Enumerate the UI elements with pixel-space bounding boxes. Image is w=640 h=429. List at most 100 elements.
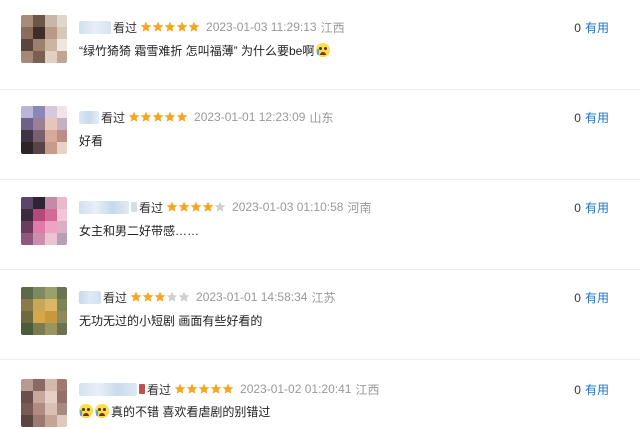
- avatar-pixel: [33, 299, 45, 311]
- username-blurred[interactable]: [79, 20, 111, 34]
- avatar-pixel: [33, 323, 45, 335]
- avatar-pixel: [33, 39, 45, 51]
- comment-location: 江苏: [311, 290, 336, 305]
- watched-label: 看过: [103, 290, 128, 305]
- useful-button[interactable]: 有用: [585, 21, 609, 35]
- avatar-pixel: [45, 403, 57, 415]
- comment-text: 无功无过的小短剧 画面有些好看的: [79, 314, 263, 328]
- avatar-pixel: [57, 142, 67, 154]
- watched-label: 看过: [101, 110, 126, 125]
- username-blurred[interactable]: [79, 290, 101, 304]
- avatar[interactable]: [21, 197, 67, 245]
- avatar-pixel: [21, 15, 33, 27]
- avatar[interactable]: [21, 379, 67, 427]
- useful-vote: 0 有用: [574, 289, 609, 306]
- avatar-pixel: [45, 142, 57, 154]
- star-filled-icon: [176, 111, 188, 123]
- comment-text: 女主和男二好带感……: [79, 224, 200, 238]
- avatar-pixel: [21, 403, 33, 415]
- useful-button[interactable]: 有用: [585, 201, 609, 215]
- avatar-pixel: [21, 118, 33, 130]
- star-filled-icon: [152, 111, 164, 123]
- avatar-pixel: [45, 209, 57, 221]
- avatar-pixel: [57, 287, 67, 299]
- avatar-pixel: [57, 221, 67, 233]
- avatar[interactable]: [21, 287, 67, 335]
- avatar-pixel: [21, 323, 33, 335]
- comment-item: 看过 2023-01-03 01:10:58 河南 女主和男二好带感…… 0 有用: [0, 180, 640, 270]
- username-blurred-tail: [139, 384, 145, 394]
- avatar-pixel: [57, 403, 67, 415]
- comment-item: 看过 2023-01-03 11:29:13 江西 “绿竹猗猗 霜雪难折 怎叫福…: [0, 0, 640, 90]
- avatar-pixel: [33, 221, 45, 233]
- comment-meta: 看过 2023-01-02 01:20:41 江西: [79, 379, 379, 399]
- avatar-pixel: [33, 130, 45, 142]
- useful-count: 0: [574, 111, 581, 125]
- useful-button[interactable]: 有用: [585, 291, 609, 305]
- avatar-pixel: [33, 106, 45, 118]
- avatar-pixel: [21, 299, 33, 311]
- useful-vote: 0 有用: [574, 109, 609, 126]
- star-filled-icon: [202, 201, 214, 213]
- comment-item: 看过 2023-01-01 14:58:34 江苏 无功无过的小短剧 画面有些好…: [0, 270, 640, 360]
- watched-label: 看过: [147, 382, 172, 397]
- avatar-pixel: [33, 209, 45, 221]
- star-filled-icon: [178, 201, 190, 213]
- comment-content: 真的不错 喜欢看虐剧的别错过: [79, 404, 270, 420]
- crying-face-icon: [316, 43, 331, 57]
- avatar-pixel: [45, 118, 57, 130]
- avatar[interactable]: [21, 106, 67, 154]
- avatar-pixel: [33, 27, 45, 39]
- rating-stars: [140, 21, 200, 33]
- useful-button[interactable]: 有用: [585, 111, 609, 125]
- avatar-pixel: [21, 209, 33, 221]
- useful-button[interactable]: 有用: [585, 383, 609, 397]
- avatar-pixel: [57, 415, 67, 427]
- avatar-pixel: [21, 311, 33, 323]
- avatar-pixel: [33, 379, 45, 391]
- avatar[interactable]: [21, 15, 67, 63]
- comment-time: 2023-01-03 01:10:58: [232, 200, 344, 214]
- avatar-pixel: [57, 15, 67, 27]
- star-filled-icon: [140, 21, 152, 33]
- avatar-pixel: [57, 299, 67, 311]
- star-filled-icon: [140, 111, 152, 123]
- avatar-pixel: [21, 130, 33, 142]
- watched-label: 看过: [139, 200, 164, 215]
- avatar-pixel: [45, 15, 57, 27]
- rating-stars: [174, 383, 234, 395]
- avatar-pixel: [45, 415, 57, 427]
- avatar-pixel: [33, 391, 45, 403]
- star-filled-icon: [164, 111, 176, 123]
- avatar-pixel: [57, 323, 67, 335]
- star-filled-icon: [198, 383, 210, 395]
- useful-count: 0: [574, 201, 581, 215]
- avatar-pixel: [21, 287, 33, 299]
- star-empty-icon: [214, 201, 226, 213]
- avatar-pixel: [57, 391, 67, 403]
- avatar-pixel: [33, 51, 45, 63]
- avatar-pixel: [21, 391, 33, 403]
- comment-time: 2023-01-02 01:20:41: [240, 382, 352, 396]
- username-blurred[interactable]: [79, 382, 137, 396]
- username-blurred[interactable]: [79, 200, 129, 214]
- comment-time: 2023-01-01 12:23:09: [194, 110, 306, 124]
- avatar-pixel: [45, 323, 57, 335]
- avatar-pixel: [57, 233, 67, 245]
- avatar-pixel: [45, 287, 57, 299]
- useful-vote: 0 有用: [574, 19, 609, 36]
- username-blurred[interactable]: [79, 110, 99, 124]
- comment-time: 2023-01-03 11:29:13: [206, 20, 317, 34]
- star-filled-icon: [154, 291, 166, 303]
- avatar-pixel: [33, 403, 45, 415]
- avatar-pixel: [33, 15, 45, 27]
- star-filled-icon: [142, 291, 154, 303]
- avatar-pixel: [57, 311, 67, 323]
- star-empty-icon: [166, 291, 178, 303]
- avatar-pixel: [57, 379, 67, 391]
- star-filled-icon: [152, 21, 164, 33]
- star-filled-icon: [130, 291, 142, 303]
- comment-text: “绿竹猗猗 霜雪难折 怎叫福薄” 为什么要be啊: [79, 44, 315, 58]
- avatar-pixel: [33, 415, 45, 427]
- avatar-pixel: [45, 391, 57, 403]
